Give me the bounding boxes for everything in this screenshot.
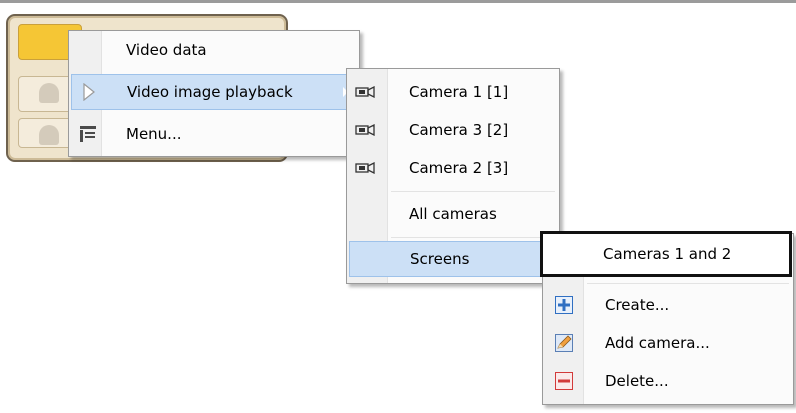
menu-item-label: Camera 1 [1]: [409, 83, 509, 101]
menu-item-camera-1[interactable]: Camera 1 [1]: [349, 74, 557, 110]
menu-item-label: Camera 3 [2]: [409, 121, 509, 139]
camera-icon: [355, 124, 375, 136]
camera-icon: [355, 86, 375, 98]
play-icon: [82, 83, 96, 101]
menu-item-label: Menu...: [126, 125, 182, 143]
minus-icon: [555, 372, 573, 390]
menu-item-video-image-playback[interactable]: Video image playback: [71, 74, 357, 110]
menu-item-add-camera[interactable]: Add camera...: [545, 325, 791, 361]
menu-separator: [391, 237, 555, 238]
menu-item-label: Delete...: [605, 372, 669, 390]
menu-item-label: Create...: [605, 296, 670, 314]
menu-separator: [391, 191, 555, 192]
menu-item-label: Camera 2 [3]: [409, 159, 509, 177]
window-top-border: [0, 0, 796, 3]
cameras-submenu: Camera 1 [1] Camera 3 [2] Camera 2 [3] A…: [346, 68, 560, 284]
menu-item-label: Add camera...: [605, 334, 710, 352]
menu-separator: [587, 283, 789, 284]
person-icon: [39, 83, 59, 103]
plus-icon: [555, 296, 573, 314]
menu-item-delete[interactable]: Delete...: [545, 363, 791, 399]
menu-item-label: All cameras: [409, 205, 497, 223]
menu-item-all-cameras[interactable]: All cameras: [349, 196, 557, 232]
screens-submenu: Cameras 1 and 2 Create... Add camera... …: [540, 231, 794, 405]
camera-icon: [355, 162, 375, 174]
edit-icon: [555, 334, 573, 352]
menu-item-menu[interactable]: Menu...: [71, 116, 357, 152]
camera-icon: [39, 125, 59, 145]
menu-item-label: Video data: [126, 41, 207, 59]
menu-item-screens[interactable]: Screens: [349, 241, 557, 277]
menu-item-cameras-1-and-2[interactable]: Cameras 1 and 2: [540, 231, 792, 277]
menu-item-video-data[interactable]: Video data: [71, 33, 357, 67]
menu-icon: [79, 125, 97, 143]
menu-item-camera-3[interactable]: Camera 3 [2]: [349, 112, 557, 148]
menu-item-create[interactable]: Create...: [545, 287, 791, 323]
menu-item-label: Screens: [410, 250, 470, 268]
menu-item-label: Cameras 1 and 2: [603, 245, 732, 263]
menu-item-label: Video image playback: [127, 83, 293, 101]
menu-item-camera-2[interactable]: Camera 2 [3]: [349, 150, 557, 186]
context-menu: Video data Video image playback Menu...: [68, 30, 360, 157]
